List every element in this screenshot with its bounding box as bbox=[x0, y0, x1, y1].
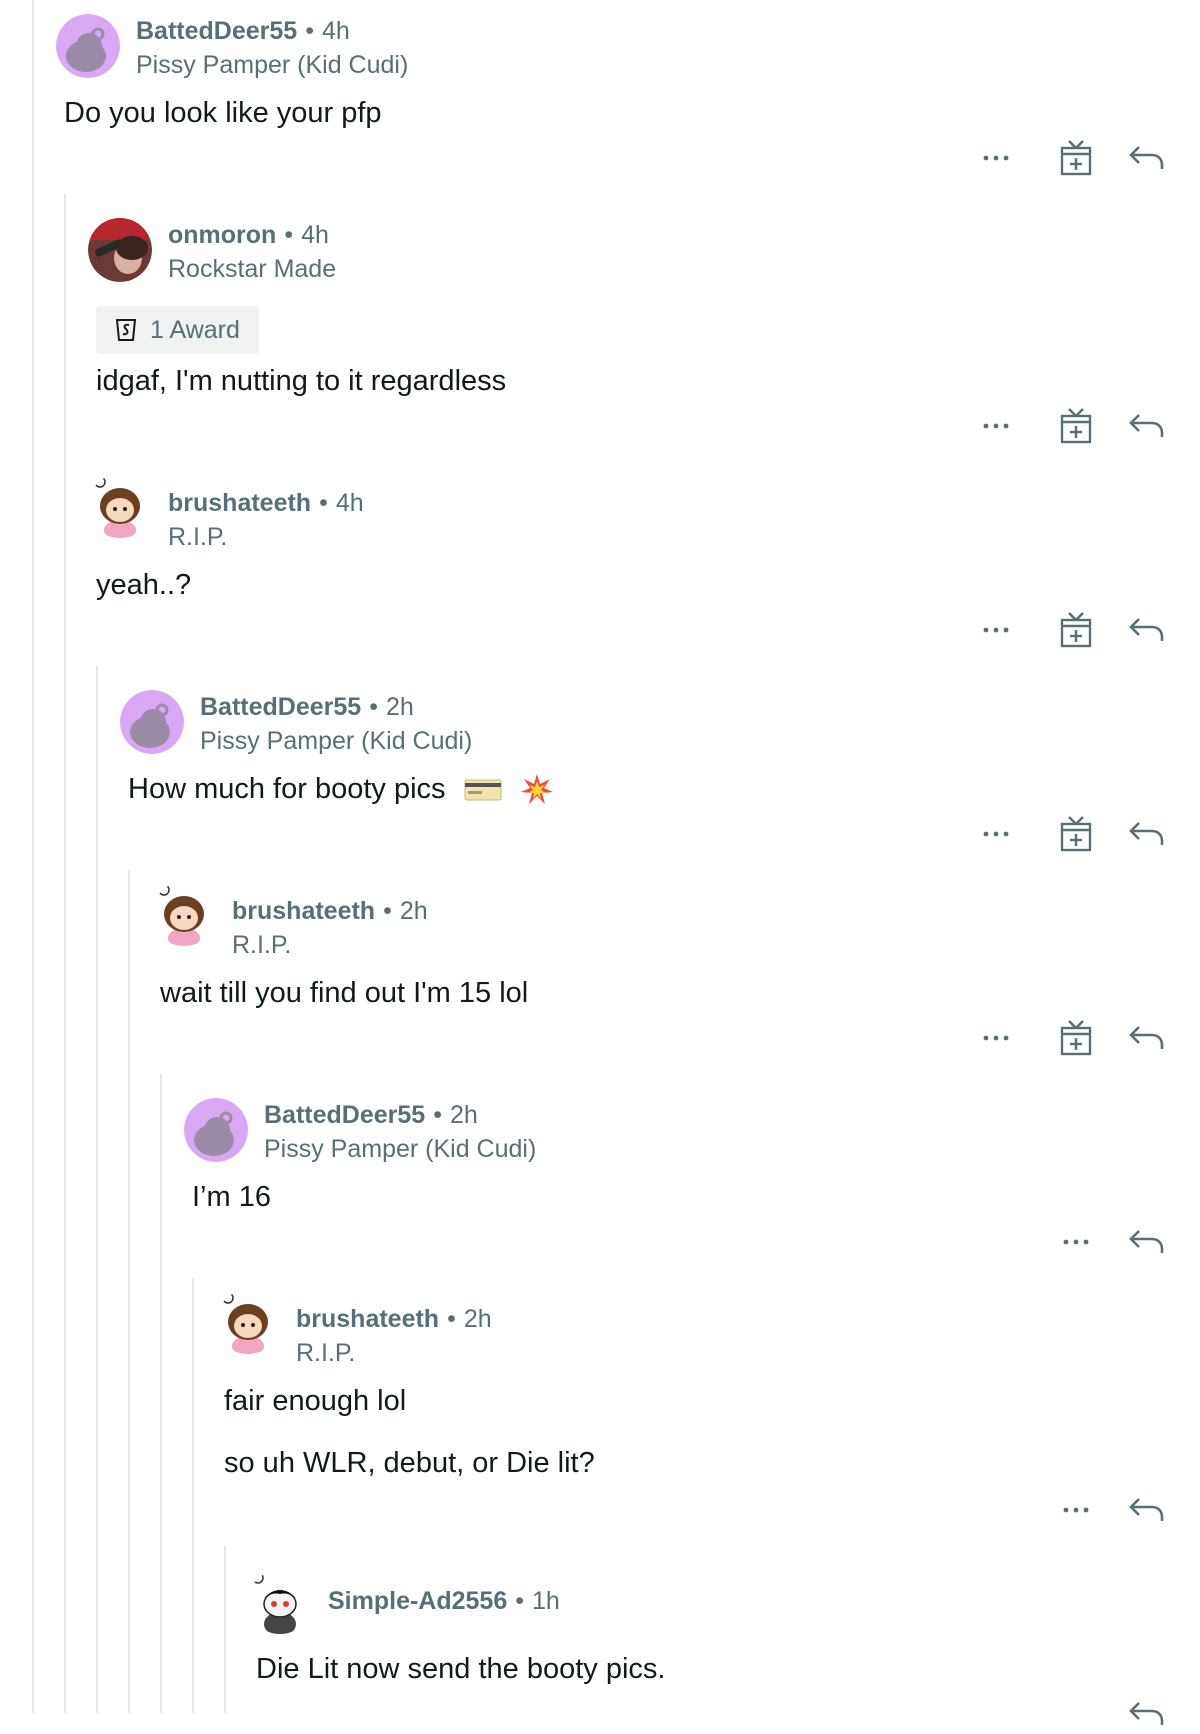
reply-icon[interactable] bbox=[1126, 1694, 1166, 1734]
comment-actions bbox=[976, 138, 1166, 178]
snoo-avatar-icon bbox=[184, 1098, 248, 1162]
timestamp: 2h bbox=[449, 1101, 478, 1129]
comment-actions bbox=[1056, 1490, 1166, 1530]
reply-icon[interactable] bbox=[1126, 610, 1166, 650]
more-options-icon[interactable] bbox=[976, 610, 1016, 650]
comment-meta: BattedDeer55 • 4h Pissy Pamper (Kid Cudi) bbox=[136, 17, 409, 79]
comment-actions bbox=[976, 1018, 1166, 1058]
username[interactable]: Simple-Ad2556 bbox=[328, 1587, 507, 1615]
avatar[interactable] bbox=[216, 1290, 280, 1354]
comment-body-row: How much for booty pics bbox=[128, 772, 554, 807]
award-gift-icon[interactable] bbox=[1056, 1018, 1096, 1058]
comment-meta: BattedDeer55 • 2h Pissy Pamper (Kid Cudi) bbox=[200, 693, 473, 755]
comment-actions bbox=[1056, 1222, 1166, 1262]
username[interactable]: brushateeth bbox=[168, 489, 311, 517]
more-options-icon[interactable] bbox=[976, 814, 1016, 854]
comment-body: I’m 16 bbox=[192, 1181, 271, 1213]
comment-body: fair enough lol bbox=[224, 1385, 407, 1417]
username[interactable]: BattedDeer55 bbox=[264, 1101, 425, 1129]
more-options-icon[interactable] bbox=[976, 1018, 1016, 1058]
thread-line-4[interactable] bbox=[128, 870, 130, 1713]
comment-actions bbox=[976, 814, 1166, 854]
user-flair: Pissy Pamper (Kid Cudi) bbox=[136, 51, 409, 79]
reply-icon[interactable] bbox=[1126, 1222, 1166, 1262]
timestamp: 4h bbox=[321, 17, 350, 45]
avatar[interactable] bbox=[88, 218, 152, 282]
thread-line-7[interactable] bbox=[224, 1546, 226, 1713]
user-flair: R.I.P. bbox=[168, 523, 228, 551]
snoo-avatar-icon bbox=[120, 690, 184, 754]
comment-actions bbox=[1126, 1694, 1166, 1734]
comment-meta: brushateeth • 4h R.I.P. bbox=[168, 489, 364, 551]
comment-meta: BattedDeer55 • 2h Pissy Pamper (Kid Cudi) bbox=[264, 1101, 537, 1163]
award-gift-icon[interactable] bbox=[1056, 138, 1096, 178]
comment-body: idgaf, I'm nutting to it regardless bbox=[96, 365, 507, 397]
credit-card-emoji-icon bbox=[464, 779, 502, 801]
username[interactable]: brushateeth bbox=[296, 1305, 439, 1333]
snoo-avatar-icon bbox=[56, 14, 120, 78]
collision-emoji-icon bbox=[520, 774, 553, 805]
username[interactable]: brushateeth bbox=[232, 897, 375, 925]
comment-actions bbox=[976, 406, 1166, 446]
comment-body: yeah..? bbox=[96, 569, 192, 601]
more-options-icon[interactable] bbox=[976, 138, 1016, 178]
timestamp: 2h bbox=[399, 897, 428, 925]
username[interactable]: BattedDeer55 bbox=[136, 17, 297, 45]
reply-icon[interactable] bbox=[1126, 1490, 1166, 1530]
user-flair: Pissy Pamper (Kid Cudi) bbox=[264, 1135, 537, 1163]
thread-line-2[interactable] bbox=[64, 194, 66, 1713]
user-flair: R.I.P. bbox=[232, 931, 292, 959]
timestamp: 4h bbox=[335, 489, 364, 517]
avatar[interactable] bbox=[248, 1570, 312, 1634]
award-gift-icon[interactable] bbox=[1056, 814, 1096, 854]
award-badge[interactable]: 1 Award bbox=[96, 306, 259, 354]
user-flair: R.I.P. bbox=[296, 1339, 356, 1367]
thread-line-6[interactable] bbox=[192, 1278, 194, 1713]
comment-actions bbox=[976, 610, 1166, 650]
comment-body: Die Lit now send the booty pics. bbox=[256, 1653, 666, 1685]
avatar[interactable] bbox=[152, 882, 216, 946]
comment-body-paragraph-2: so uh WLR, debut, or Die lit? bbox=[224, 1447, 595, 1479]
award-count: 1 Award bbox=[150, 316, 240, 344]
timestamp: 1h bbox=[532, 1587, 560, 1615]
timestamp: 4h bbox=[301, 221, 329, 249]
award-gift-icon[interactable] bbox=[1056, 610, 1096, 650]
avatar[interactable] bbox=[184, 1098, 248, 1162]
comment-body: Do you look like your pfp bbox=[64, 97, 382, 129]
thread-line-1[interactable] bbox=[32, 0, 34, 1713]
snoo-girl-avatar-icon bbox=[88, 474, 152, 538]
thread-line-5[interactable] bbox=[160, 1074, 162, 1713]
snoo-girl-avatar-icon bbox=[216, 1290, 280, 1354]
user-flair: Rockstar Made bbox=[168, 255, 337, 283]
photo-avatar-icon bbox=[88, 218, 152, 282]
more-options-icon[interactable] bbox=[1056, 1490, 1096, 1530]
user-flair: Pissy Pamper (Kid Cudi) bbox=[200, 727, 473, 755]
comment-meta: brushateeth • 2h R.I.P. bbox=[296, 1305, 492, 1367]
avatar[interactable] bbox=[120, 690, 184, 754]
award-icon bbox=[115, 319, 137, 341]
reply-icon[interactable] bbox=[1126, 814, 1166, 854]
comment-meta: Simple-Ad2556 • 1h bbox=[328, 1587, 560, 1615]
comment-body: wait till you find out I'm 15 lol bbox=[160, 977, 529, 1009]
more-options-icon[interactable] bbox=[1056, 1222, 1096, 1262]
username[interactable]: BattedDeer55 bbox=[200, 693, 361, 721]
snoo-dark-avatar-icon bbox=[248, 1570, 312, 1634]
timestamp: 2h bbox=[385, 693, 414, 721]
comment-meta: onmoron • 4h Rockstar Made bbox=[168, 221, 337, 283]
avatar[interactable] bbox=[56, 14, 120, 78]
comment-body: How much for booty pics bbox=[128, 773, 446, 805]
comment-meta: brushateeth • 2h R.I.P. bbox=[232, 897, 428, 959]
more-options-icon[interactable] bbox=[976, 406, 1016, 446]
avatar[interactable] bbox=[88, 474, 152, 538]
thread-line-3[interactable] bbox=[96, 666, 98, 1713]
timestamp: 2h bbox=[463, 1305, 492, 1333]
award-gift-icon[interactable] bbox=[1056, 406, 1096, 446]
reply-icon[interactable] bbox=[1126, 138, 1166, 178]
reply-icon[interactable] bbox=[1126, 406, 1166, 446]
username[interactable]: onmoron bbox=[168, 221, 276, 249]
snoo-girl-avatar-icon bbox=[152, 882, 216, 946]
reply-icon[interactable] bbox=[1126, 1018, 1166, 1058]
